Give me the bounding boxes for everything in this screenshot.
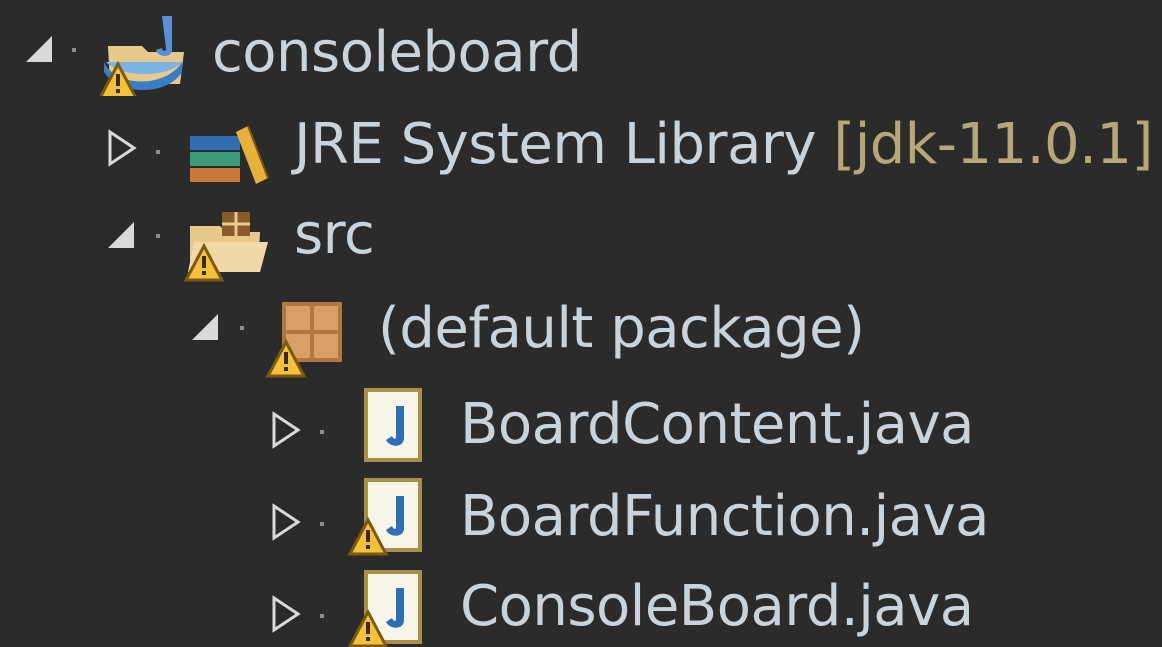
tree-line-dot <box>240 326 244 330</box>
java-project-icon <box>96 6 186 96</box>
tree-item-jre-system-library[interactable]: JRE System Library [jdk-11.0.1] <box>0 96 1162 188</box>
expanded-arrow-icon[interactable] <box>22 30 62 70</box>
tree-item-label: consoleboard <box>212 20 582 85</box>
java-file-icon <box>360 386 450 476</box>
expanded-arrow-icon[interactable] <box>104 216 144 256</box>
tree-line-dot <box>156 234 160 238</box>
tree-item-label: BoardFunction.java <box>460 484 989 549</box>
library-icon <box>186 106 276 196</box>
tree-line-dot <box>156 150 160 154</box>
tree-item-boardcontent-java[interactable]: BoardContent.java <box>0 372 1162 464</box>
collapsed-arrow-icon[interactable] <box>268 410 308 450</box>
expanded-arrow-icon[interactable] <box>188 308 228 348</box>
java-file-icon <box>346 476 436 566</box>
collapsed-arrow-icon[interactable] <box>268 502 308 542</box>
source-folder-icon <box>180 198 270 288</box>
tree-item-consoleboard-java[interactable]: ConsoleBoard.java <box>0 556 1162 647</box>
tree-item-src[interactable]: src <box>0 188 1162 282</box>
tree-item-consoleboard[interactable]: consoleboard <box>0 4 1162 96</box>
tree-item-label: BoardContent.java <box>460 392 974 457</box>
tree-line-dot <box>72 48 76 52</box>
collapsed-arrow-icon[interactable] <box>268 594 308 634</box>
tree-item-boardfunction-java[interactable]: BoardFunction.java <box>0 464 1162 556</box>
package-icon <box>264 294 354 384</box>
tree-line-dot <box>320 430 324 434</box>
tree-item-label: ConsoleBoard.java <box>460 574 974 639</box>
tree-line-dot <box>320 522 324 526</box>
package-explorer-tree: consoleboard JRE System Library [jdk-11.… <box>0 0 1162 647</box>
collapsed-arrow-icon[interactable] <box>104 128 144 168</box>
tree-item-label: src <box>294 202 375 267</box>
java-file-icon <box>346 568 436 647</box>
tree-item-label: (default package) <box>378 296 865 361</box>
tree-line-dot <box>320 614 324 618</box>
tree-item-label: JRE System Library [jdk-11.0.1] <box>294 112 1153 177</box>
tree-item-default-package[interactable]: (default package) <box>0 280 1162 378</box>
